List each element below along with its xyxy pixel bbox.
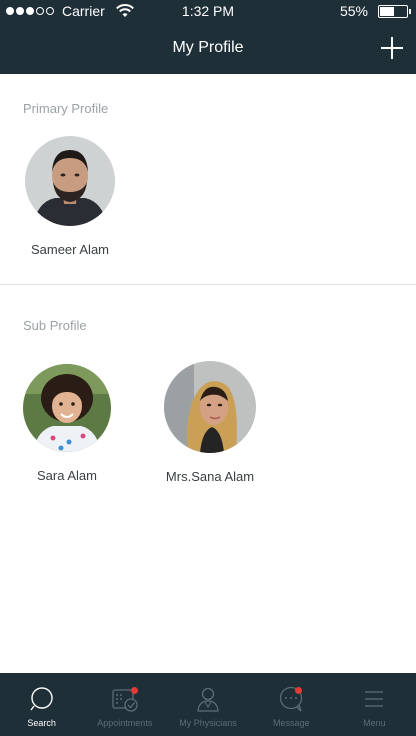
tab-appointments[interactable]: Appointments <box>83 673 166 736</box>
battery-nub <box>409 8 411 14</box>
profile-name: Mrs.Sana Alam <box>165 469 255 484</box>
user-photo <box>23 364 111 452</box>
section-divider <box>0 284 416 285</box>
profile-card[interactable]: Sara Alam <box>2 364 132 483</box>
sub-profile-label: Sub Profile <box>23 318 87 333</box>
tab-label: Menu <box>363 718 386 728</box>
page-title: My Profile <box>172 39 244 56</box>
header: My Profile <box>0 22 416 74</box>
status-right: 55% <box>339 3 411 19</box>
battery-fill <box>380 6 395 16</box>
tab-label: Search <box>27 718 56 728</box>
menu-icon <box>365 691 384 707</box>
battery-icon <box>378 4 411 18</box>
primary-profile-label: Primary Profile <box>23 101 109 116</box>
add-profile-button[interactable] <box>380 36 404 60</box>
tab-bar: Search Appointments My Physicians Messag… <box>0 673 416 736</box>
user-photo <box>25 136 115 226</box>
tab-my-physicians[interactable]: My Physicians <box>166 673 249 736</box>
user-photo <box>164 361 256 453</box>
tab-label: Message <box>272 718 310 728</box>
tab-menu[interactable]: Menu <box>333 673 416 736</box>
profile-card[interactable]: Sameer Alam <box>5 136 135 257</box>
tab-search[interactable]: Search <box>0 673 83 736</box>
avatar <box>164 361 256 453</box>
avatar <box>23 364 111 452</box>
tab-label: My Physicians <box>179 718 237 728</box>
profile-name: Sameer Alam <box>30 242 110 257</box>
tab-message[interactable]: Message <box>250 673 333 736</box>
appointments-badge <box>130 687 138 694</box>
tab-label: Appointments <box>97 718 153 728</box>
battery-percentage: 55% <box>339 3 368 19</box>
profile-card[interactable]: Mrs.Sana Alam <box>145 361 275 484</box>
search-icon <box>30 687 53 711</box>
plus-icon <box>381 37 403 59</box>
status-bar: Carrier 1:32 PM 55% <box>0 0 416 22</box>
physician-icon <box>197 687 219 712</box>
profile-name: Sara Alam <box>37 468 97 483</box>
avatar <box>25 136 115 226</box>
